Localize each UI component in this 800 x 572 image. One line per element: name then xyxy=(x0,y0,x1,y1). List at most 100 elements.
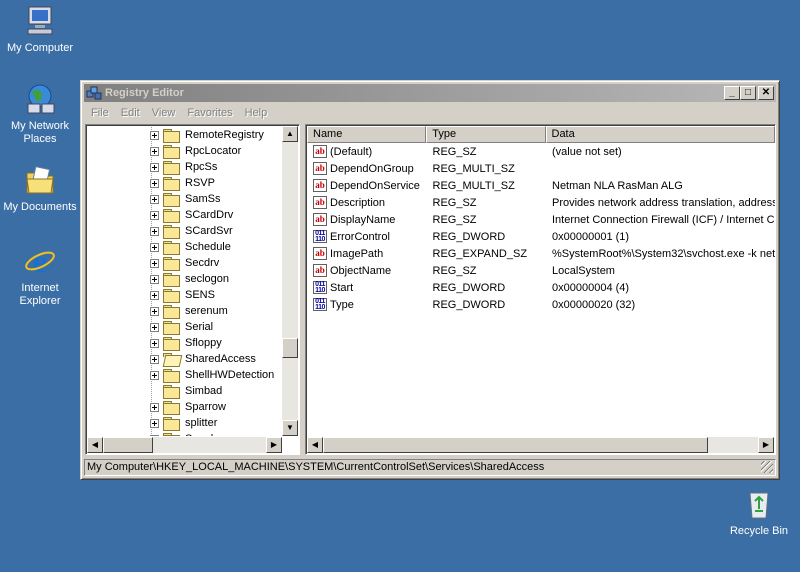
scroll-right-button[interactable]: ▶ xyxy=(758,437,774,453)
svg-text:e: e xyxy=(33,244,47,278)
string-value-icon: ab xyxy=(313,264,327,277)
tree-item[interactable]: RpcSs xyxy=(88,159,281,175)
tree-item[interactable]: RpcLocator xyxy=(88,143,281,159)
value-row[interactable]: 011 110 Start REG_DWORD 0x00000004 (4) xyxy=(307,279,775,296)
tree-item[interactable]: SamSs xyxy=(88,191,281,207)
minimize-button[interactable]: _ xyxy=(724,86,740,100)
value-row[interactable]: 011 110 Type REG_DWORD 0x00000020 (32) xyxy=(307,296,775,313)
resize-grip-icon[interactable] xyxy=(761,461,773,473)
expand-plus-icon[interactable] xyxy=(150,338,159,348)
expand-plus-icon[interactable] xyxy=(150,434,159,436)
scroll-down-button[interactable]: ▼ xyxy=(282,420,298,436)
desktop-icon-my-documents[interactable]: My Documents xyxy=(0,163,80,214)
expand-plus-icon[interactable] xyxy=(150,354,159,364)
maximize-button[interactable]: □ xyxy=(740,86,756,100)
binary-value-icon: 011 110 xyxy=(313,281,327,294)
expand-plus-icon[interactable] xyxy=(150,162,159,172)
scroll-thumb[interactable] xyxy=(323,437,708,453)
expand-plus-icon[interactable] xyxy=(150,322,159,332)
list-horizontal-scrollbar[interactable]: ◀ ▶ xyxy=(307,437,774,453)
value-name-cell: ab (Default) xyxy=(307,145,427,158)
tree-item[interactable]: Schedule xyxy=(88,239,281,255)
tree-item[interactable]: Sparrow xyxy=(88,399,281,415)
value-data: Internet Connection Firewall (ICF) / Int… xyxy=(552,213,775,226)
column-header-data[interactable]: Data xyxy=(545,126,775,143)
tree-item[interactable]: splitter xyxy=(88,415,281,431)
expand-plus-icon[interactable] xyxy=(150,370,159,380)
scroll-left-button[interactable]: ◀ xyxy=(307,437,323,453)
value-data: 0x00000001 (1) xyxy=(552,230,630,243)
tree-item-label: SharedAccess xyxy=(185,353,256,365)
tree-item-label: Spooler xyxy=(185,433,223,436)
scroll-left-button[interactable]: ◀ xyxy=(87,437,103,453)
value-row[interactable]: ab (Default) REG_SZ (value not set) xyxy=(307,143,775,160)
menu-file[interactable]: File xyxy=(85,107,115,119)
value-name-cell: 011 110 ErrorControl xyxy=(307,230,427,243)
value-data: %SystemRoot%\System32\svchost.exe -k net xyxy=(552,247,775,260)
desktop-icon-my-computer[interactable]: My Computer xyxy=(0,4,80,55)
column-header-type[interactable]: Type xyxy=(426,126,546,143)
tree-horizontal-scrollbar[interactable]: ◀ ▶ xyxy=(87,437,282,453)
scroll-right-button[interactable]: ▶ xyxy=(266,437,282,453)
expand-plus-icon[interactable] xyxy=(150,402,159,412)
expand-plus-icon[interactable] xyxy=(150,306,159,316)
tree-item[interactable]: RSVP xyxy=(88,175,281,191)
menu-view[interactable]: View xyxy=(146,107,182,119)
tree-item[interactable]: serenum xyxy=(88,303,281,319)
registry-editor-window[interactable]: Registry Editor _ □ ✕ File Edit View Fav… xyxy=(80,80,780,480)
value-row[interactable]: ab ImagePath REG_EXPAND_SZ %SystemRoot%\Sys… xyxy=(307,245,775,262)
tree-item[interactable]: seclogon xyxy=(88,271,281,287)
tree-item[interactable]: SCardDrv xyxy=(88,207,281,223)
expand-plus-icon[interactable] xyxy=(150,274,159,284)
title-bar[interactable]: Registry Editor _ □ ✕ xyxy=(84,84,776,102)
tree-item[interactable]: SharedAccess xyxy=(88,351,281,367)
value-type: REG_SZ xyxy=(432,145,477,158)
value-name-cell: 011 110 Type xyxy=(307,298,427,311)
menu-help[interactable]: Help xyxy=(239,107,274,119)
value-type: REG_DWORD xyxy=(432,281,506,294)
desktop-icon-internet-explorer[interactable]: e Internet Explorer xyxy=(0,243,80,308)
key-tree: RemoteRegistry RpcLocator RpcSs RSVP SamSs SC… xyxy=(88,127,281,436)
expand-plus-icon[interactable] xyxy=(150,418,159,428)
menu-favorites[interactable]: Favorites xyxy=(181,107,238,119)
scroll-thumb[interactable] xyxy=(103,437,153,453)
tree-item[interactable]: SCardSvr xyxy=(88,223,281,239)
close-button[interactable]: ✕ xyxy=(758,86,774,100)
value-row[interactable]: ab DependOnService REG_MULTI_SZ Netman NLA … xyxy=(307,177,775,194)
tree-item[interactable]: Simbad xyxy=(88,383,281,399)
desktop-icon-my-network-places[interactable]: My Network Places xyxy=(0,82,80,146)
tree-item-label: serenum xyxy=(185,305,228,317)
value-row[interactable]: ab DisplayName REG_SZ Internet Connection F… xyxy=(307,211,775,228)
expand-plus-icon[interactable] xyxy=(150,194,159,204)
value-data: (value not set) xyxy=(552,145,622,158)
values-list-pane[interactable]: Name Type Data ab (Default) REG_SZ (value n… xyxy=(305,124,776,455)
value-row[interactable]: ab ObjectName REG_SZ LocalSystem xyxy=(307,262,775,279)
expand-plus-icon[interactable] xyxy=(150,178,159,188)
key-tree-pane[interactable]: RemoteRegistry RpcLocator RpcSs RSVP SamSs SC… xyxy=(85,124,300,455)
value-row[interactable]: ab DependOnGroup REG_MULTI_SZ xyxy=(307,160,775,177)
expand-plus-icon[interactable] xyxy=(150,210,159,220)
desktop-icon-recycle-bin[interactable]: Recycle Bin xyxy=(719,487,799,538)
column-header-name[interactable]: Name xyxy=(307,126,427,143)
expand-plus-icon[interactable] xyxy=(150,258,159,268)
tree-item[interactable]: Spooler xyxy=(88,431,281,436)
expand-plus-icon[interactable] xyxy=(150,146,159,156)
tree-item[interactable]: Serial xyxy=(88,319,281,335)
tree-vertical-scrollbar[interactable]: ▲ ▼ xyxy=(282,126,298,436)
tree-item-label: Simbad xyxy=(185,385,223,397)
tree-item[interactable]: Sfloppy xyxy=(88,335,281,351)
tree-item[interactable]: RemoteRegistry xyxy=(88,127,281,143)
expand-plus-icon[interactable] xyxy=(150,226,159,236)
value-row[interactable]: 011 110 ErrorControl REG_DWORD 0x00000001 (… xyxy=(307,228,775,245)
tree-item[interactable]: SENS xyxy=(88,287,281,303)
tree-item[interactable]: Secdrv xyxy=(88,255,281,271)
tree-item[interactable]: ShellHWDetection xyxy=(88,367,281,383)
scroll-up-button[interactable]: ▲ xyxy=(282,126,298,142)
value-row[interactable]: ab Description REG_SZ Provides network addr… xyxy=(307,194,775,211)
menu-edit[interactable]: Edit xyxy=(115,107,146,119)
folder-icon xyxy=(163,225,180,239)
expand-plus-icon[interactable] xyxy=(150,242,159,252)
scroll-thumb[interactable] xyxy=(282,338,298,358)
expand-plus-icon[interactable] xyxy=(150,130,159,140)
expand-plus-icon[interactable] xyxy=(150,290,159,300)
